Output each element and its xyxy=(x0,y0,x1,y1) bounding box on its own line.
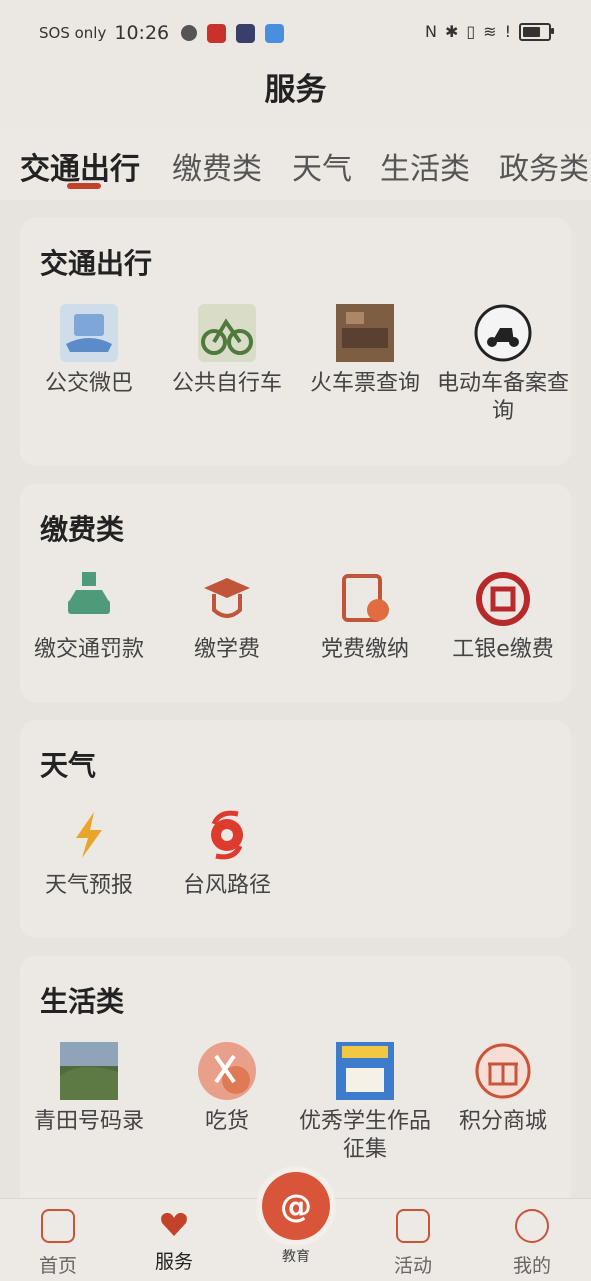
service-weather-forecast[interactable]: 天气预报 xyxy=(20,806,158,900)
section-payment: 缴费类 缴交通罚款 缴学费 党费缴纳 工银e缴费 xyxy=(20,484,571,702)
item-label: 缴交通罚款 xyxy=(33,637,144,662)
nfc-icon: N xyxy=(424,22,437,41)
section-traffic: 交通出行 公交微巴 公共自行车 火车票查询 电动车备案查询 xyxy=(20,218,571,466)
service-foodie[interactable]: 吃货 xyxy=(158,1042,296,1136)
section-title: 天气 xyxy=(40,749,97,782)
section-title: 生活类 xyxy=(40,985,125,1018)
service-icbc-payment[interactable]: 工银e缴费 xyxy=(434,570,572,664)
item-label: 公共自行车 xyxy=(171,371,282,396)
cutlery-icon xyxy=(198,1042,256,1100)
car-fine-icon xyxy=(60,570,118,628)
tab-traffic[interactable]: 交通出行 xyxy=(20,144,140,188)
bookmark-icon xyxy=(396,1209,430,1243)
carrier-text: SOS only xyxy=(39,24,107,42)
item-label: 优秀学生作品征集 xyxy=(298,1109,431,1162)
active-tab-indicator xyxy=(67,183,101,189)
item-label: 火车票查询 xyxy=(309,371,420,396)
nav-label: 首页 xyxy=(38,1255,77,1277)
item-label: 电动车备案查询 xyxy=(436,371,569,424)
service-typhoon-track[interactable]: 台风路径 xyxy=(158,806,296,900)
tab-government[interactable]: 政务类 xyxy=(499,144,589,188)
home-icon xyxy=(41,1209,75,1243)
section-title: 交通出行 xyxy=(40,247,153,280)
service-train-ticket[interactable]: 火车票查询 xyxy=(296,304,434,398)
nav-activity[interactable]: 活动 xyxy=(373,1209,453,1278)
nav-service[interactable]: 服务 xyxy=(134,1209,214,1274)
graduation-cap-icon xyxy=(198,570,256,628)
service-bike[interactable]: 公共自行车 xyxy=(158,304,296,398)
bluetooth-icon: ✱ xyxy=(444,22,459,41)
service-student-works[interactable]: 优秀学生作品征集 xyxy=(296,1042,434,1164)
battery-icon xyxy=(519,22,554,41)
alert-icon: ! xyxy=(504,22,511,41)
nav-label: 我的 xyxy=(512,1255,551,1277)
service-party-fee[interactable]: 党费缴纳 xyxy=(296,570,434,664)
item-label: 公交微巴 xyxy=(44,371,133,396)
header: 服务 xyxy=(0,66,591,126)
train-photo xyxy=(336,304,394,362)
clock: 10:26 xyxy=(114,22,170,44)
nav-mine[interactable]: 我的 xyxy=(492,1209,572,1278)
education-logo-icon: @ xyxy=(280,1187,312,1225)
item-label: 台风路径 xyxy=(182,873,271,898)
magazine-cover xyxy=(336,1042,394,1100)
service-bus[interactable]: 公交微巴 xyxy=(20,304,158,398)
item-label: 积分商城 xyxy=(458,1109,547,1134)
tab-payment[interactable]: 缴费类 xyxy=(172,144,262,188)
tab-weather[interactable]: 天气 xyxy=(292,144,352,188)
nav-label: 服务 xyxy=(154,1251,193,1273)
item-label: 吃货 xyxy=(204,1109,249,1134)
vibrate-icon: ▯ xyxy=(466,22,476,41)
app-notification-icon xyxy=(265,23,285,43)
status-bar: SOS only 10:26 N ✱ ▯ ≋ ! xyxy=(0,0,591,66)
item-label: 天气预报 xyxy=(44,873,133,898)
landscape-photo xyxy=(60,1042,118,1100)
lightning-icon xyxy=(60,806,118,864)
icbc-logo-icon xyxy=(474,570,532,628)
section-title: 缴费类 xyxy=(40,513,125,546)
education-button[interactable]: @ xyxy=(262,1172,330,1240)
nav-home[interactable]: 首页 xyxy=(18,1209,98,1278)
payment-document-icon xyxy=(336,570,394,628)
service-tuition[interactable]: 缴学费 xyxy=(158,570,296,664)
nav-label: 活动 xyxy=(393,1255,432,1277)
typhoon-icon xyxy=(198,806,256,864)
app-notification-icon xyxy=(236,23,256,43)
profile-icon xyxy=(515,1209,549,1243)
bicycle-icon xyxy=(198,304,256,362)
bus-icon xyxy=(60,304,118,362)
service-qingtian-directory[interactable]: 青田号码录 xyxy=(20,1042,158,1136)
shield-icon xyxy=(181,25,198,41)
item-label: 青田号码录 xyxy=(33,1109,144,1134)
item-label: 党费缴纳 xyxy=(320,637,409,662)
section-weather: 天气 天气预报 台风路径 xyxy=(20,720,571,938)
gift-icon xyxy=(474,1042,532,1100)
app-notification-icon xyxy=(207,23,227,43)
service-traffic-fine[interactable]: 缴交通罚款 xyxy=(20,570,158,664)
item-label: 工银e缴费 xyxy=(452,637,554,662)
nav-label-education: 教育 xyxy=(282,1249,310,1265)
page-title: 服务 xyxy=(264,72,327,108)
item-label: 缴学费 xyxy=(193,637,260,662)
service-points-mall[interactable]: 积分商城 xyxy=(434,1042,572,1136)
heart-icon xyxy=(159,1209,189,1239)
wifi-icon: ≋ xyxy=(483,22,497,41)
scooter-icon xyxy=(474,304,532,362)
service-ebike-registration[interactable]: 电动车备案查询 xyxy=(434,304,572,426)
tab-life[interactable]: 生活类 xyxy=(380,144,470,188)
